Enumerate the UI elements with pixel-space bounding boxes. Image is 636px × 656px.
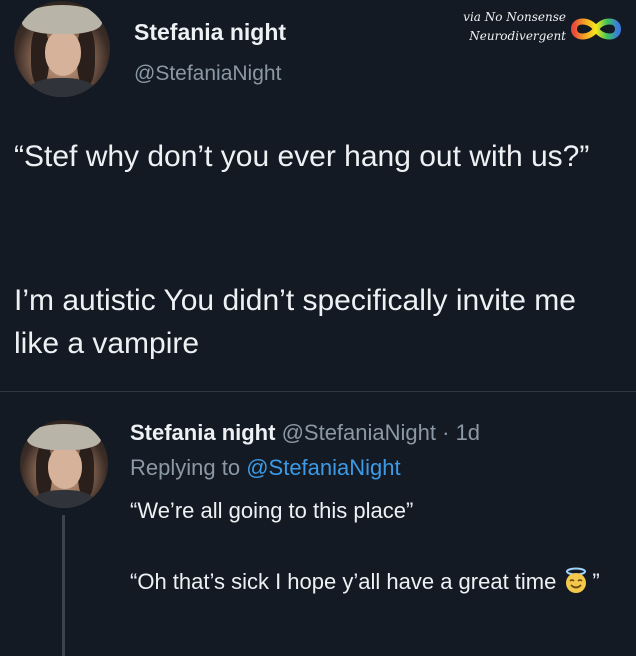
profile-avatar[interactable] <box>14 1 110 97</box>
watermark-line-1: via No Nonsense <box>463 10 566 24</box>
replying-to-label: Replying to <box>130 455 241 480</box>
tweet-text: I’m autistic You didn’t specifically inv… <box>14 284 576 360</box>
replying-to: Replying to @StefaniaNight <box>130 455 401 481</box>
watermark-text: via No Nonsense Neurodivergent <box>440 8 566 46</box>
tweet-divider <box>0 391 636 392</box>
thread-connector <box>62 515 65 656</box>
display-name[interactable]: Stefania night <box>134 19 286 46</box>
reply-header: Stefania night @StefaniaNight · 1d <box>130 420 480 446</box>
smiling-face-with-halo-emoji <box>566 567 587 594</box>
reply-text-2: “Oh that’s sick I hope y’all have a grea… <box>130 565 610 599</box>
reply-text: “We’re all going to this place” <box>130 498 414 523</box>
tweet-text: “Stef why don’t you ever hang out with u… <box>14 140 590 173</box>
replying-to-mention[interactable]: @StefaniaNight <box>246 455 400 480</box>
reply-timestamp[interactable]: · 1d <box>442 420 480 445</box>
user-handle[interactable]: @StefaniaNight <box>134 62 281 86</box>
watermark-line-2: Neurodivergent <box>469 29 566 43</box>
reply-handle[interactable]: @StefaniaNight <box>282 420 436 445</box>
reply-text-end: ” <box>592 569 600 594</box>
reply-avatar[interactable] <box>20 420 108 508</box>
infinity-rainbow-icon <box>570 18 622 40</box>
reply-display-name[interactable]: Stefania night <box>130 420 275 445</box>
reply-text-body: “Oh that’s sick I hope y’all have a grea… <box>130 569 557 594</box>
